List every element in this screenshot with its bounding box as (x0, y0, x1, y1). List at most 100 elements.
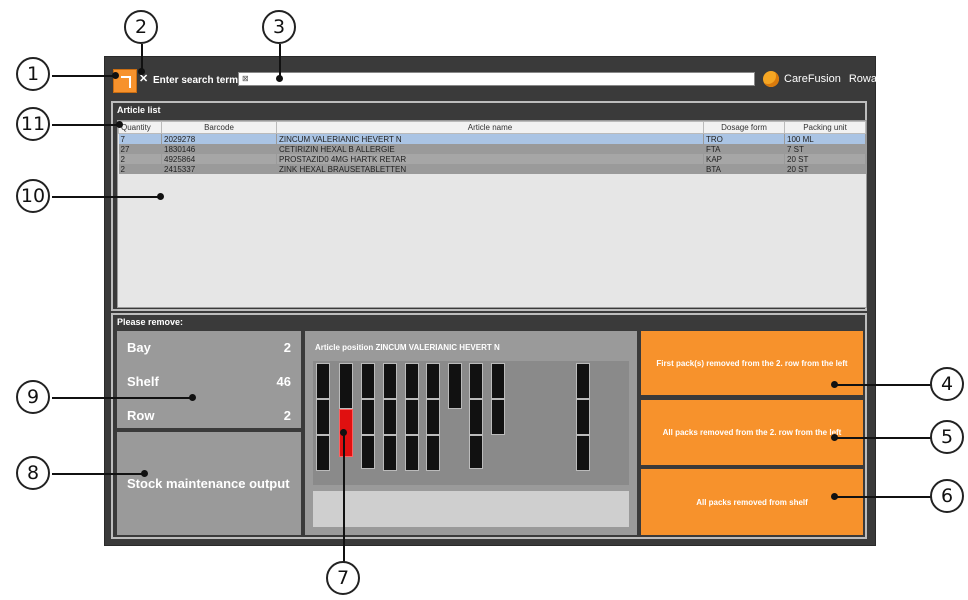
table-header: Quantity Barcode Article name Dosage for… (118, 121, 866, 134)
cell-article-name: ZINCUM VALERIANIC HEVERT N (276, 133, 704, 144)
shelf-slot (426, 435, 440, 471)
table-row[interactable]: 2 2415337 ZINK HEXAL BRAUSETABLETTEN BTA… (118, 164, 866, 174)
shelf-slot (469, 363, 483, 399)
cell-quantity: 2 (118, 164, 162, 174)
shelf-slot (576, 363, 590, 399)
article-list-table[interactable]: Quantity Barcode Article name Dosage for… (117, 120, 867, 308)
cell-dosage-form: KAP (703, 154, 785, 164)
cell-quantity: 27 (118, 144, 162, 154)
callout-dot (138, 68, 145, 75)
row-label: Row (127, 408, 155, 423)
cell-barcode: 2029278 (161, 133, 277, 144)
callout-leader (52, 196, 160, 198)
callout-leader (834, 437, 932, 439)
first-packs-removed-button[interactable]: First pack(s) removed from the 2. row fr… (641, 331, 863, 395)
table-row[interactable]: 2 4925864 PROSTAZID0 4MG HARTK RETAR KAP… (118, 154, 866, 164)
cell-quantity: 7 (118, 133, 162, 144)
shelf-slot (491, 399, 505, 435)
brand: CareFusion Rowa (763, 71, 877, 87)
callout-3: 3 (262, 10, 296, 44)
column-header-packing-unit[interactable]: Packing unit (784, 121, 866, 134)
carefusion-logo-icon (763, 71, 779, 87)
callout-leader (141, 44, 143, 69)
cell-barcode: 4925864 (161, 154, 277, 164)
shelf-slot (383, 435, 397, 471)
shelf-visualization (313, 361, 629, 485)
shelf-slot (491, 363, 505, 399)
shelf-floor (313, 491, 629, 527)
shelf-slot (469, 435, 483, 469)
cell-dosage-form: FTA (703, 144, 785, 154)
cell-article-name: CETIRIZIN HEXAL B ALLERGIE (276, 144, 704, 154)
column-header-dosage-form[interactable]: Dosage form (703, 121, 785, 134)
cell-article-name: ZINK HEXAL BRAUSETABLETTEN (276, 164, 704, 174)
callout-leader (834, 496, 932, 498)
table-row[interactable]: 27 1830146 CETIRIZIN HEXAL B ALLERGIE FT… (118, 144, 866, 154)
bay-label: Bay (127, 340, 151, 355)
shelf-slot (405, 399, 419, 435)
cell-packing-unit: 20 ST (784, 154, 866, 164)
callout-leader (52, 397, 192, 399)
callout-5: 5 (930, 420, 964, 454)
callout-leader (343, 432, 345, 563)
cell-barcode: 1830146 (161, 144, 277, 154)
callout-dot (116, 121, 123, 128)
callout-dot (157, 193, 164, 200)
callout-dot (112, 72, 119, 79)
callout-10: 10 (16, 179, 50, 213)
all-packs-shelf-removed-button[interactable]: All packs removed from shelf (641, 469, 863, 535)
callout-8: 8 (16, 456, 50, 490)
callout-dot (189, 394, 196, 401)
shelf-slot (383, 399, 397, 435)
shelf-slot (316, 399, 330, 435)
shelf-slot (576, 399, 590, 435)
location-info-panel: Bay 2 Shelf 46 Row 2 (117, 331, 301, 428)
shelf-slot (339, 363, 353, 409)
column-header-quantity[interactable]: Quantity (118, 121, 162, 134)
bay-value: 2 (283, 340, 291, 355)
callout-dot (831, 434, 838, 441)
callout-leader (52, 473, 144, 475)
shelf-slot (316, 435, 330, 471)
callout-4: 4 (930, 367, 964, 401)
table-row[interactable]: 7 2029278 ZINCUM VALERIANIC HEVERT N TRO… (118, 133, 866, 144)
callout-9: 9 (16, 380, 50, 414)
toolbar: ✕ Enter search term: ⊠ CareFusion Rowa (105, 57, 877, 101)
search-label: Enter search term: (153, 75, 242, 86)
shelf-row: Shelf 46 (127, 374, 291, 389)
bay-row: Bay 2 (127, 340, 291, 355)
column-header-barcode[interactable]: Barcode (161, 121, 277, 134)
row-value: 2 (283, 408, 291, 423)
stock-maintenance-output-button[interactable]: Stock maintenance output (117, 432, 301, 535)
callout-1: 1 (16, 57, 50, 91)
shelf-slot (383, 363, 397, 399)
all-packs-row-removed-button[interactable]: All packs removed from the 2. row from t… (641, 400, 863, 465)
cell-packing-unit: 20 ST (784, 164, 866, 174)
callout-leader (834, 384, 932, 386)
shelf-slot (405, 435, 419, 471)
callout-dot (276, 75, 283, 82)
shelf-slot (405, 363, 419, 399)
app-window: ✕ Enter search term: ⊠ CareFusion Rowa A… (104, 56, 877, 546)
shelf-slot (426, 399, 440, 435)
column-header-article-name[interactable]: Article name (276, 121, 704, 134)
cell-packing-unit: 100 ML (784, 133, 866, 144)
callout-leader (279, 44, 281, 76)
menu-icon (121, 76, 131, 88)
shelf-slot (361, 435, 375, 469)
callout-dot (831, 493, 838, 500)
shelf-slot (576, 435, 590, 471)
callout-11: 11 (16, 107, 50, 141)
cell-article-name: PROSTAZID0 4MG HARTK RETAR (276, 154, 704, 164)
brand-name: CareFusion (784, 73, 841, 85)
shelf-value: 46 (276, 374, 291, 389)
removal-title: Please remove: (117, 317, 184, 327)
row-row: Row 2 (127, 408, 291, 423)
search-input[interactable]: ⊠ (238, 72, 755, 86)
shelf-slot (426, 363, 440, 399)
callout-6: 6 (930, 479, 964, 513)
callout-7: 7 (326, 561, 360, 595)
shelf-slot (448, 363, 462, 409)
callout-dot (831, 381, 838, 388)
callout-leader (52, 124, 120, 126)
